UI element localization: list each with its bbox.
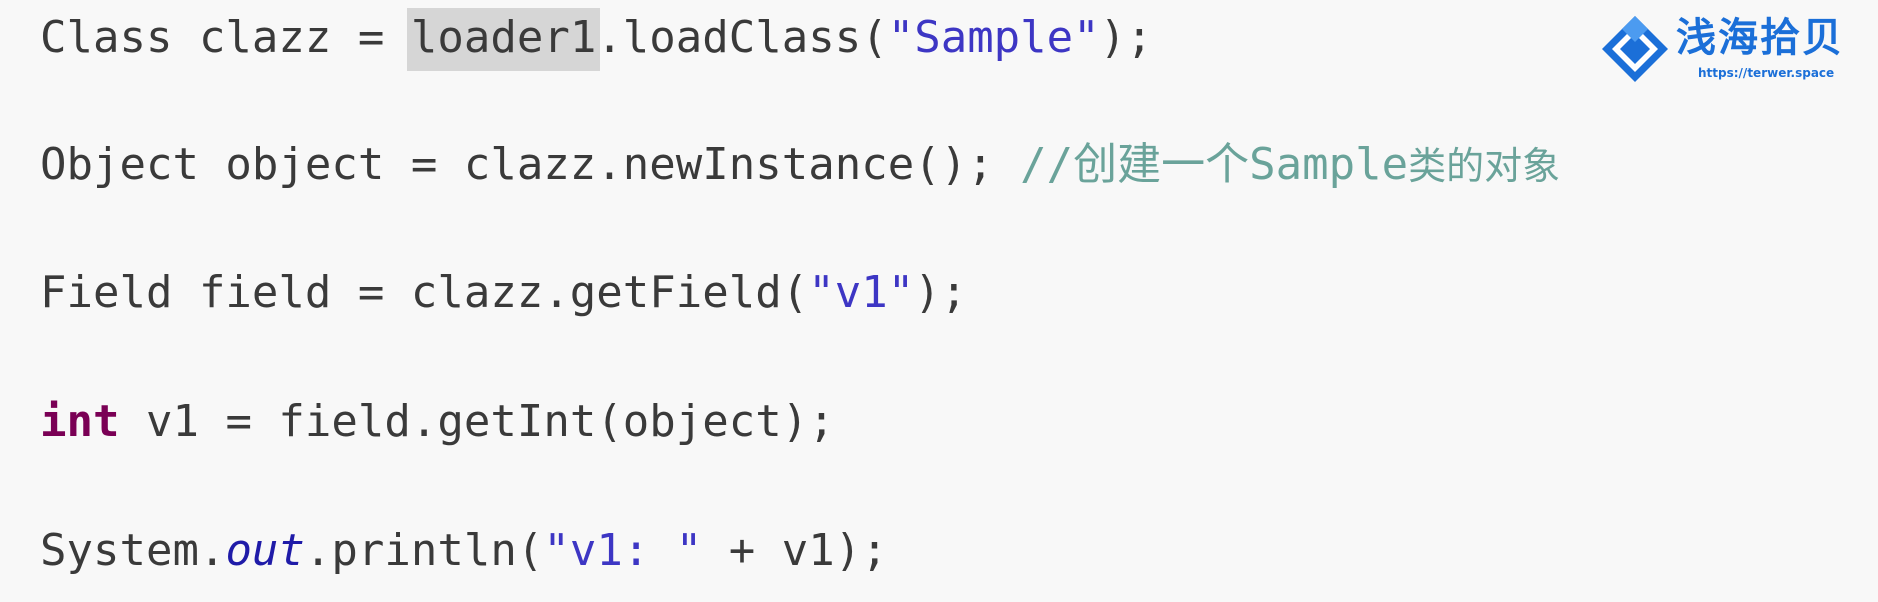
keyword: int xyxy=(40,396,120,447)
string-literal: "v1" xyxy=(808,267,915,318)
code-line-5: System.out.println("v1: " + v1); xyxy=(40,521,888,581)
code-line-3: Field field = clazz.getField("v1"); xyxy=(40,263,967,323)
code-text: Field field = clazz.getField( xyxy=(40,267,809,318)
code-line-2: Object object = clazz.newInstance(); //创… xyxy=(40,135,1560,196)
comment-slashes: //创建一个 xyxy=(1020,139,1250,190)
code-text: Class clazz = xyxy=(40,12,411,63)
string-literal: "Sample" xyxy=(887,12,1100,63)
code-text: ); xyxy=(1099,12,1153,63)
code-comment: //创建一个Sample类的对象 xyxy=(1020,139,1560,190)
watermark-logo: 浅海拾贝 https://terwer.space xyxy=(1600,14,1862,84)
highlighted-identifier[interactable]: loader1 xyxy=(406,8,601,71)
diamond-logo-icon xyxy=(1602,16,1668,82)
code-text: .loadClass( xyxy=(596,12,888,63)
code-text: .println( xyxy=(304,525,544,576)
code-screenshot: Class clazz = loader1.loadClass("Sample"… xyxy=(0,0,1878,602)
code-text: + v1); xyxy=(702,525,888,576)
code-text: Object object = clazz.newInstance(); xyxy=(40,139,1021,190)
string-literal: "v1: " xyxy=(543,525,703,576)
code-text: v1 = field.getInt(object); xyxy=(119,396,835,447)
watermark-title: 浅海拾贝 xyxy=(1676,15,1844,61)
code-text: ); xyxy=(914,267,968,318)
static-field: out xyxy=(225,525,305,576)
code-line-1: Class clazz = loader1.loadClass("Sample"… xyxy=(40,8,1153,71)
comment-code: Sample xyxy=(1249,139,1409,190)
comment-text: 类的对象 xyxy=(1408,144,1561,188)
code-line-4: int v1 = field.getInt(object); xyxy=(40,392,835,452)
watermark-url: https://terwer.space xyxy=(1698,66,1835,80)
code-text: System. xyxy=(40,525,226,576)
